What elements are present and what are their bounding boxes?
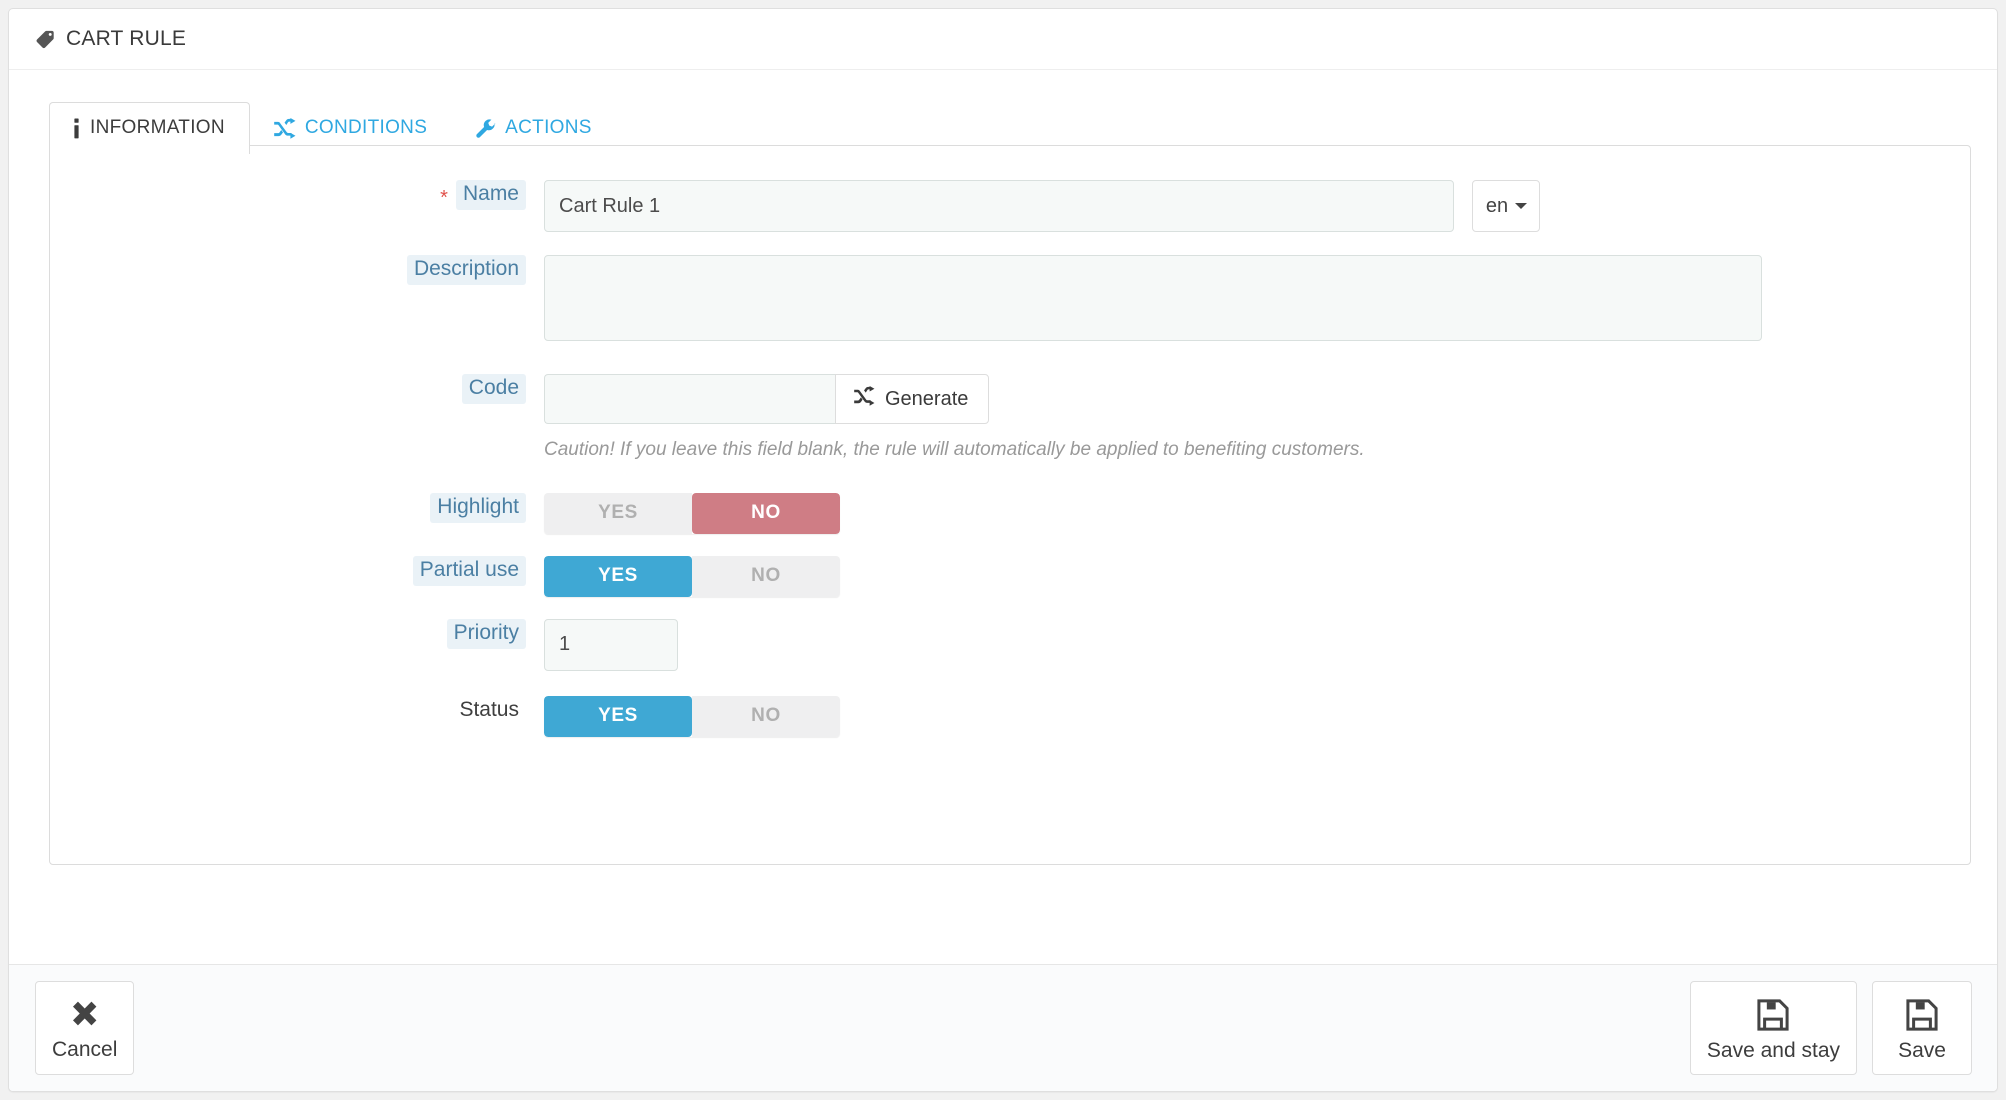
language-dropdown-label: en [1485,194,1509,217]
save-and-stay-button[interactable]: Save and stay [1689,981,1857,1075]
description-label-col: Description [50,255,544,286]
highlight-toggle-yes[interactable]: YES [544,492,692,534]
cart-rule-panel: CART RULE INFORMATION CONDITIONS ACTIONS… [8,8,1998,1092]
generate-code-label: Generate [885,387,969,410]
required-marker: * [440,187,448,210]
tab-list: INFORMATION CONDITIONS ACTIONS [49,97,1997,154]
information-form-panel: * Name en Description [49,145,1971,865]
floppy-disk-icon [1903,996,1941,1034]
partial-use-toggle[interactable]: YES NO [544,555,840,597]
name-label: Name [455,180,526,211]
highlight-control-col: YES NO [544,492,1970,534]
panel-header: CART RULE [9,9,1997,70]
save-button-label: Save [1898,1039,1946,1062]
floppy-disk-icon [1754,996,1792,1034]
status-toggle-yes[interactable]: YES [544,695,692,737]
field-row-priority: Priority [50,618,1970,671]
code-hint-text: Caution! If you leave this field blank, … [544,439,1365,460]
status-label-col: Status [50,696,544,726]
partial-use-toggle-no[interactable]: NO [692,555,840,597]
partial-use-control-col: YES NO [544,555,1970,597]
name-input[interactable] [544,180,1454,232]
highlight-toggle[interactable]: YES NO [544,492,840,534]
status-control-col: YES NO [544,695,1970,737]
tab-actions-label: ACTIONS [505,117,592,138]
info-icon [72,118,81,139]
name-label-col: * Name [50,180,544,211]
priority-input[interactable] [544,618,678,671]
close-x-icon [67,997,103,1033]
field-row-description: Description [50,255,1970,346]
partial-use-label-col: Partial use [50,555,544,586]
highlight-toggle-no[interactable]: NO [692,492,840,534]
name-control-col: en [544,180,1970,232]
field-row-code: Code Generate Caution! If you leave this… [50,374,1970,463]
priority-control-col [544,618,1970,671]
save-and-stay-button-label: Save and stay [1706,1039,1840,1062]
tab-conditions-label: CONDITIONS [304,117,428,138]
tabs-wrapper: INFORMATION CONDITIONS ACTIONS [9,70,1997,154]
priority-label-col: Priority [50,618,544,649]
page-title: CART RULE [66,27,187,50]
chevron-down-icon [1515,203,1528,209]
description-label: Description [406,255,526,286]
field-row-partial-use: Partial use YES NO [50,555,1970,597]
highlight-label: Highlight [430,492,526,523]
shuffle-icon [273,117,296,139]
generate-code-button[interactable]: Generate [835,374,990,424]
highlight-label-col: Highlight [50,492,544,523]
wrench-icon [475,118,496,139]
field-row-name: * Name en [50,180,1970,232]
description-control-col [544,255,1970,346]
field-row-highlight: Highlight YES NO [50,492,1970,534]
tab-information[interactable]: INFORMATION [49,102,250,154]
priority-label: Priority [446,618,526,649]
field-row-status: Status YES NO [50,695,1970,737]
form-footer: Cancel Save and stay Save [9,964,1997,1091]
code-label-col: Code [50,374,544,405]
code-control-col: Generate Caution! If you leave this fiel… [544,374,1970,463]
tab-conditions[interactable]: CONDITIONS [250,102,452,154]
code-label: Code [461,374,526,405]
shuffle-icon [853,386,875,412]
tab-information-label: INFORMATION [90,117,225,138]
partial-use-toggle-yes[interactable]: YES [544,555,692,597]
cancel-button[interactable]: Cancel [35,981,135,1075]
code-input[interactable] [544,374,835,424]
status-toggle-no[interactable]: NO [692,695,840,737]
partial-use-label: Partial use [412,555,526,586]
footer-actions: Save and stay Save [1689,981,1972,1075]
cancel-button-label: Cancel [52,1038,118,1061]
description-textarea[interactable] [544,255,1762,341]
language-dropdown-button[interactable]: en [1472,180,1541,232]
code-input-group: Generate [544,374,1970,424]
status-label: Status [459,697,519,721]
tag-icon [35,28,57,50]
tab-actions[interactable]: ACTIONS [452,102,617,154]
status-toggle[interactable]: YES NO [544,695,840,737]
save-button[interactable]: Save [1872,981,1972,1075]
